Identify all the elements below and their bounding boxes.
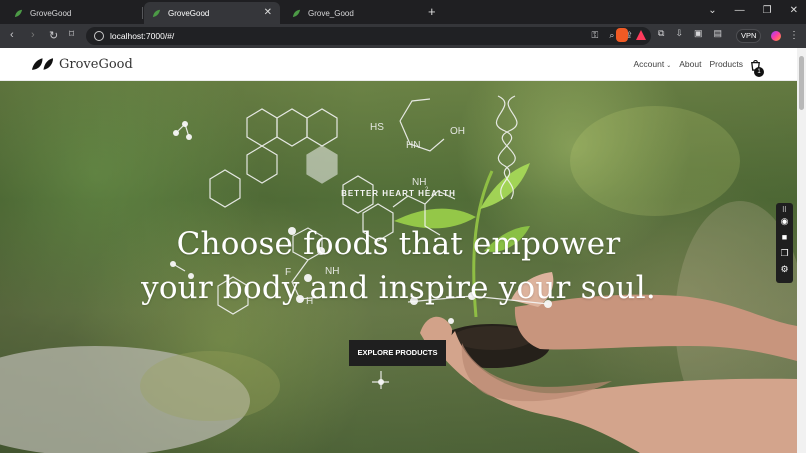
nav-products[interactable]: Products <box>709 59 743 69</box>
video-icon[interactable]: ■ <box>780 233 789 242</box>
bookmark-icon[interactable]: ⌑ <box>69 29 74 40</box>
forward-icon[interactable]: › <box>31 29 35 41</box>
back-icon[interactable]: ‹ <box>10 29 14 41</box>
tab-search-icon[interactable]: ⌄ <box>708 5 716 16</box>
nav-account-label: Account <box>633 59 665 69</box>
brave-rewards-icon[interactable] <box>636 30 646 40</box>
sidebar-icon[interactable]: ▣ <box>694 28 703 39</box>
hero-banner: HS OH HN NH 2 F NH H BETTER HEART HEALTH… <box>0 81 797 453</box>
brave-shields-icon[interactable] <box>616 28 628 42</box>
tab-title: Grove_Good <box>308 8 354 18</box>
cart-count-badge: 1 <box>754 67 764 77</box>
restore-button[interactable]: ❐ <box>763 5 772 16</box>
url-text[interactable]: localhost:7000/#/ <box>110 31 174 41</box>
site-info-icon[interactable] <box>94 31 104 41</box>
vpn-label: VPN <box>741 31 757 40</box>
leaf-logo-icon <box>31 58 54 70</box>
nav-account[interactable]: Account ⌄ <box>633 59 671 69</box>
floating-tool-panel: ⠿ ◉ ■ ❐ ⚙ <box>776 203 793 283</box>
browser-tab-2[interactable]: GroveGood ✕ <box>144 2 280 24</box>
leaf-favicon <box>152 9 161 17</box>
password-key-icon[interactable]: ⚿ <box>592 30 599 41</box>
window-controls: ⌄ — ❐ ✕ <box>708 5 798 16</box>
nav-about[interactable]: About <box>679 59 701 69</box>
brand-logo[interactable]: GroveGood <box>31 56 133 72</box>
profile-avatar[interactable] <box>771 31 781 41</box>
browser-toolbar: ‹ › ↻ ⌑ localhost:7000/#/ ⚿ ⌕ ⇪ ⧉ ⇩ ▣ ▤ … <box>0 24 806 48</box>
settings-gear-icon[interactable]: ⚙ <box>780 265 789 274</box>
browser-tab-bar: GroveGood GroveGood ✕ Grove_Good + ⌄ — ❐… <box>0 0 806 24</box>
reload-icon[interactable]: ↻ <box>49 29 58 42</box>
leaf-favicon <box>292 9 301 17</box>
hero-headline-line1: Choose foods that empower <box>176 226 621 262</box>
hero-eyebrow: BETTER HEART HEALTH <box>341 189 456 198</box>
browser-tab-1[interactable]: GroveGood <box>6 2 143 24</box>
brand-name: GroveGood <box>59 56 133 72</box>
tab-title: GroveGood <box>30 8 72 18</box>
hero-headline: Choose foods that empower your body and … <box>0 222 797 310</box>
tab-title: GroveGood <box>168 8 210 18</box>
explore-products-button[interactable]: EXPLORE PRODUCTS <box>349 340 446 366</box>
website-viewport: GroveGood Account ⌄ About Products 1 HS … <box>0 48 797 453</box>
new-tab-button[interactable]: + <box>428 4 436 19</box>
wallet-icon[interactable]: ▤ <box>714 28 723 39</box>
minimize-button[interactable]: — <box>735 5 745 16</box>
tool-drag-icon[interactable]: ⠿ <box>780 206 789 215</box>
download-icon[interactable]: ⇩ <box>675 28 683 39</box>
chevron-down-icon: ⌄ <box>666 63 672 69</box>
svg-text:HN: HN <box>406 140 420 151</box>
browser-tab-3[interactable]: Grove_Good <box>284 2 420 24</box>
extensions-icon[interactable]: ⧉ <box>658 28 664 39</box>
leaf-favicon <box>14 9 23 17</box>
svg-text:OH: OH <box>450 126 465 137</box>
close-window-button[interactable]: ✕ <box>790 5 798 16</box>
vpn-button[interactable]: VPN <box>736 29 762 43</box>
scrollbar-thumb[interactable] <box>799 56 804 110</box>
svg-text:HS: HS <box>370 122 384 133</box>
layers-icon[interactable]: ❐ <box>780 249 789 258</box>
zoom-icon[interactable]: ⌕ <box>609 30 614 41</box>
hero-headline-line2: your body and inspire your soul. <box>141 270 656 306</box>
site-header: GroveGood Account ⌄ About Products 1 <box>0 48 797 81</box>
close-tab-icon[interactable]: ✕ <box>264 7 272 18</box>
address-bar[interactable]: localhost:7000/#/ ⚿ ⌕ ⇪ <box>86 27 651 45</box>
browser-menu-icon[interactable]: ⋮ <box>789 30 799 41</box>
camera-icon[interactable]: ◉ <box>780 217 789 226</box>
main-navigation: Account ⌄ About Products <box>633 59 743 69</box>
extensions-area: ⧉ ⇩ ▣ ▤ <box>658 28 722 39</box>
